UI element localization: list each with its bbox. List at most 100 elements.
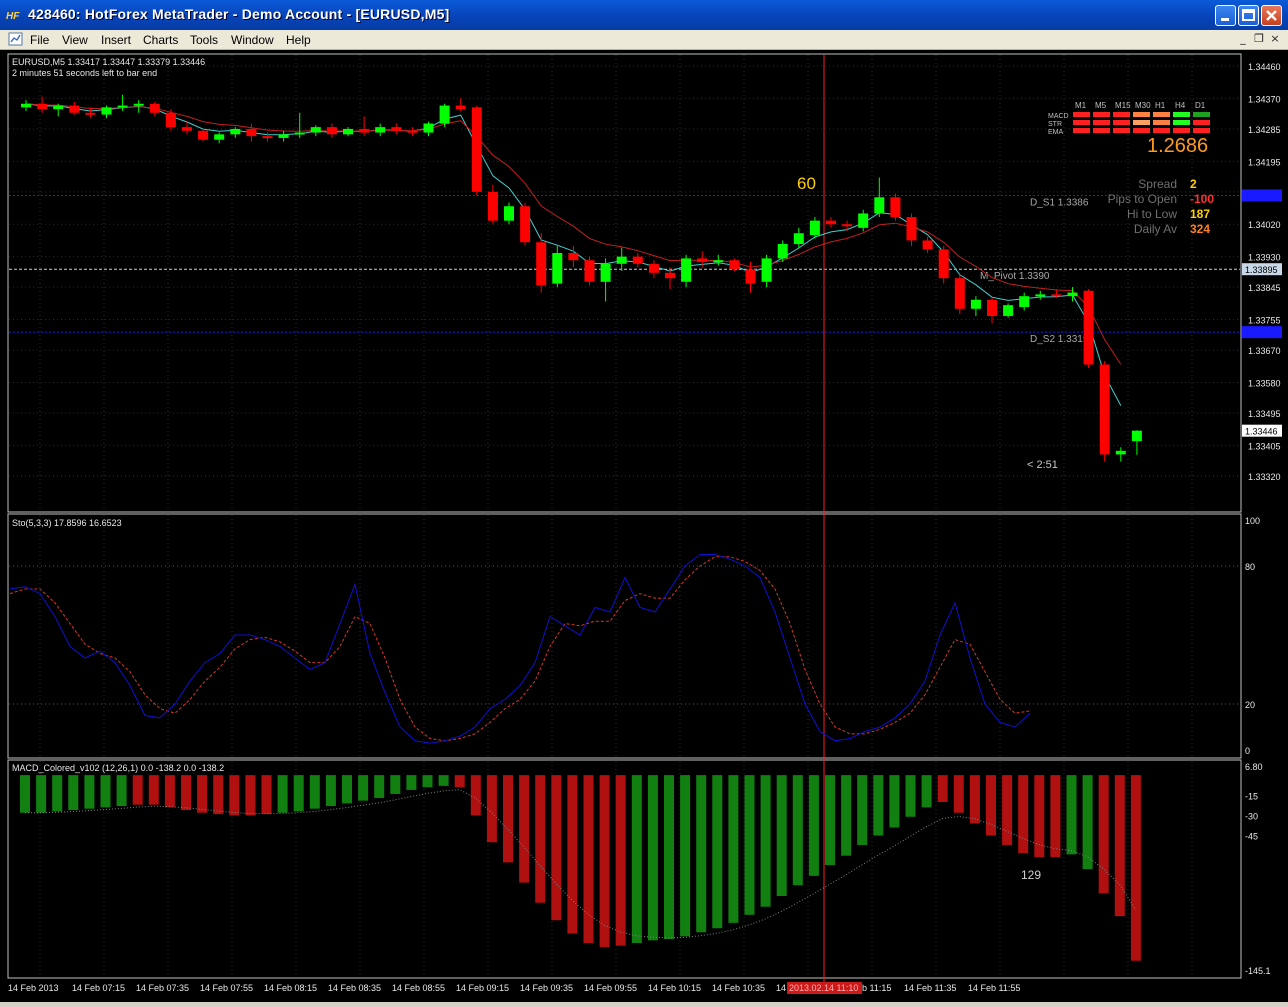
menu-help[interactable]: Help [286,33,311,47]
candle-body [101,107,112,115]
mdi-close-icon[interactable]: × [1268,32,1282,46]
mdi-minimize-icon[interactable]: _ [1236,32,1250,46]
candle-body [165,112,176,128]
candle-body [391,127,402,131]
macd-bar [583,775,594,944]
stat-value-1: -100 [1190,192,1214,206]
macd-bar [293,775,304,812]
macd-bar [470,775,481,816]
candle-body [326,127,337,135]
macd-bar [374,775,385,798]
candle-body [262,136,273,139]
macd-bar [229,775,240,816]
dashboard-row-1: STR [1048,121,1062,128]
candle-body [246,128,257,137]
window-titlebar[interactable]: HF 428460: HotForex MetaTrader - Demo Ac… [0,0,1288,30]
macd-bar [197,775,208,813]
candle-body [343,128,353,135]
minimize-icon[interactable] [1215,5,1236,26]
macd-bar [921,775,932,808]
macd-bar [342,775,352,804]
menu-tools[interactable]: Tools [190,33,218,47]
candle-body [85,112,96,115]
candle-body [375,127,386,133]
macd-bar [986,775,996,836]
candle-body [1019,296,1030,307]
macd-bar [857,775,868,845]
time-axis-label-5: 14 Feb 08:35 [328,983,381,993]
dashboard-cell [1133,112,1150,117]
candle-body [21,103,31,108]
dashboard-cell [1193,128,1210,133]
macd-bar [406,775,417,790]
maximize-icon[interactable] [1238,5,1259,26]
time-axis-label-11: 14 Feb 10:35 [712,983,765,993]
dashboard-row-0: MACD [1048,113,1069,120]
macd-bar [664,775,674,939]
chart-window[interactable]: D_S1 1.3386 M_Pivot 1.3390 D_S2 1.3319 1.3… [0,50,1288,1002]
dashboard-cell [1193,120,1210,125]
macd-bar [680,775,691,937]
current-price-label: 1.33446 [1245,427,1278,437]
macd-axis-label-2: -30 [1245,811,1258,821]
macd-bar [84,775,95,809]
macd-bar [792,775,803,886]
candle-body [745,269,756,284]
candle-body [504,206,514,221]
time-axis-label-14: 14 Feb 11:35 [904,983,956,993]
macd-bar [712,775,723,929]
stat-label-3: Daily Av [1134,222,1177,236]
candle-body [681,258,692,282]
level-label-2: D_S2 1.3319 [1030,334,1089,345]
candle-body [198,130,209,140]
time-axis-label-0: 14 Feb 2013 [8,983,59,993]
time-axis-label-2: 14 Feb 07:35 [136,983,189,993]
candle-body [568,253,579,261]
macd-bar [535,775,546,903]
macd-bar [841,775,852,856]
menu-view[interactable]: View [62,33,88,47]
macd-bar [969,775,980,824]
candle-body [117,105,128,108]
macd-bar [696,775,707,933]
menu-window[interactable]: Window [231,33,274,47]
time-axis-label-8: 14 Feb 09:35 [520,983,573,993]
dashboard-cell [1073,120,1090,125]
candle-body [842,224,853,227]
candle-body [149,103,160,113]
candle-body [874,197,885,214]
macd-bar [277,775,288,813]
dashboard-big-value: 1.2686 [1147,135,1208,157]
dashboard-cell [1093,112,1110,117]
dashboard-tf-6: D1 [1195,101,1206,110]
dashboard-tf-2: M15 [1115,101,1131,110]
chart-canvas[interactable]: D_S1 1.3386M_Pivot 1.3390D_S2 1.3319 1.3… [0,50,1288,1002]
candle-body [37,103,48,110]
macd-bar [905,775,916,817]
menu-bar: File View Insert Charts Tools Window Hel… [0,30,1288,50]
macd-bar [68,775,79,811]
menu-charts[interactable]: Charts [143,33,178,47]
close-icon[interactable] [1261,5,1282,26]
mdi-restore-icon[interactable]: ❐ [1252,32,1266,46]
macd-bar [261,775,272,815]
macd-bar [776,775,787,897]
sto-axis-label-0: 100 [1245,516,1260,526]
chart-document-icon[interactable] [8,32,24,47]
macd-bar [873,775,884,836]
menu-file[interactable]: File [30,33,49,47]
dashboard-cell [1113,128,1130,133]
sto-axis-label-2: 20 [1245,700,1255,710]
menu-insert[interactable]: Insert [101,33,131,47]
candle-body [890,197,901,218]
macd-bar [744,775,755,915]
dashboard-cell [1173,120,1190,125]
candle-body [954,278,965,309]
macd-bar [438,775,449,786]
candle-body [1083,290,1094,365]
dashboard-tf-1: M5 [1095,101,1107,110]
dashboard-tf-4: H1 [1155,101,1166,110]
macd-bar [486,775,497,843]
time-axis-label-1: 14 Feb 07:15 [72,983,125,993]
macd-bar [213,775,224,815]
